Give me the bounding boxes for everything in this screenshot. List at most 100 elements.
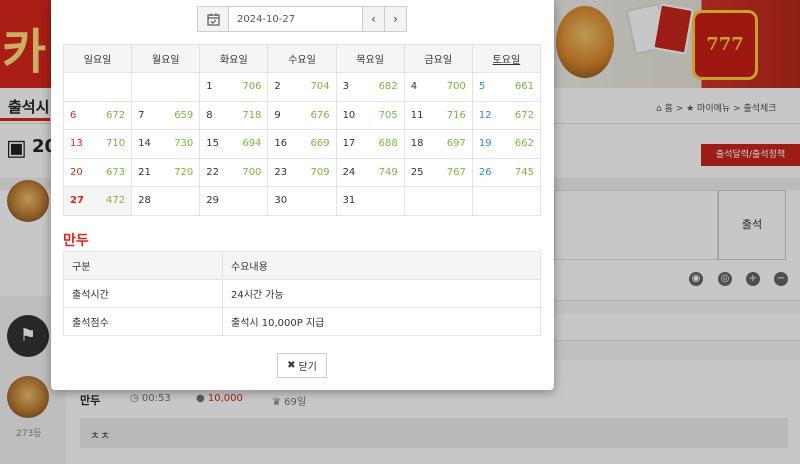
calendar-day-content: 23 709 (274, 167, 329, 178)
calendar-day-content: 18 697 (411, 138, 466, 149)
calendar-day-cell[interactable]: 7 659 (131, 100, 201, 130)
day-number: 29 (206, 195, 220, 207)
calendar-day-content: 17 688 (343, 138, 398, 149)
info-header-category: 구분 (63, 251, 223, 280)
attendance-count: 672 (514, 109, 534, 121)
next-month-button[interactable]: › (385, 6, 407, 32)
calendar-day-cell[interactable]: 11 716 (403, 100, 473, 130)
calendar-day-content: 21 720 (138, 167, 193, 178)
calendar-week-row: 13 710 14 730 15 694 16 669 17 688 18 697 19 662 (62, 129, 542, 159)
weekday-header: 금요일 (403, 44, 473, 73)
day-number: 6 (70, 109, 77, 121)
info-label: 출석점수 (63, 307, 223, 336)
day-number: 10 (342, 109, 356, 121)
attendance-count: 767 (446, 166, 466, 178)
attendance-count: 706 (242, 81, 262, 93)
attendance-count: 705 (378, 109, 398, 121)
calendar-day-cell (471, 186, 542, 216)
calendar-day-cell[interactable]: 20 673 (62, 157, 133, 187)
calendar-day-cell[interactable]: 8 718 (199, 100, 269, 130)
calendar-check-icon (206, 13, 220, 26)
day-number: 22 (206, 166, 220, 178)
calendar-day-content: 25 767 (411, 167, 466, 178)
calendar-day-cell[interactable]: 10 705 (335, 100, 405, 130)
calendar-day-content: 31 (343, 195, 398, 206)
attendance-count: 669 (310, 138, 330, 150)
calendar-day-cell[interactable]: 15 694 (199, 129, 269, 159)
day-number: 31 (342, 195, 356, 207)
attendance-count: 694 (242, 138, 262, 150)
attendance-count: 472 (106, 195, 126, 207)
calendar-day-cell[interactable]: 2 704 (267, 72, 337, 102)
calendar-day-cell[interactable]: 17 688 (335, 129, 405, 159)
attendance-count: 673 (106, 166, 126, 178)
calendar-day-content: 8 718 (206, 110, 261, 121)
info-label: 출석시간 (63, 279, 223, 308)
section-title: 만두 (63, 233, 89, 249)
day-number: 27 (70, 195, 84, 207)
weekday-header: 일요일 (62, 44, 133, 73)
attendance-count: 710 (106, 138, 126, 150)
calendar-day-content: 10 705 (343, 110, 398, 121)
day-number: 23 (274, 166, 288, 178)
close-icon: ✖ (287, 360, 296, 371)
calendar-day-cell[interactable]: 29 (199, 186, 269, 216)
day-number: 11 (410, 109, 424, 121)
day-number: 16 (274, 138, 288, 150)
attendance-calendar-modal: ‹ › 일요일월요일화요일수요일목요일금요일토요일 1706 2704 3682 47… (51, 0, 554, 390)
calendar-day-cell[interactable]: 1 706 (199, 72, 269, 102)
attendance-count: 730 (174, 138, 194, 150)
calendar-day-cell[interactable]: 19 662 (471, 129, 542, 159)
calendar-day-content: 28 (138, 195, 193, 206)
calendar-day-content: 12 672 (479, 110, 534, 121)
calendar-day-content: 2 704 (274, 81, 329, 92)
calendar-day-cell[interactable]: 12 672 (471, 100, 542, 130)
calendar-day-cell[interactable]: 28 (131, 186, 201, 216)
calendar-day-cell (131, 72, 201, 102)
calendar-day-cell[interactable]: 21 720 (131, 157, 201, 187)
day-number: 14 (138, 138, 151, 150)
calendar-day-cell[interactable]: 22 700 (199, 157, 269, 187)
calendar-day-cell[interactable]: 18 697 (403, 129, 473, 159)
day-number: 17 (342, 138, 356, 150)
calendar-day-cell[interactable]: 14 730 (131, 129, 201, 159)
close-button[interactable]: ✖ 닫기 (277, 353, 327, 378)
calendar-day-cell[interactable]: 25 767 (403, 157, 473, 187)
calendar-day-cell[interactable]: 6 672 (62, 100, 133, 130)
calendar-day-content: 24 749 (343, 167, 398, 178)
calendar-icon[interactable] (197, 6, 229, 32)
calendar-day-cell[interactable]: 13 710 (62, 129, 133, 159)
calendar-day-cell[interactable]: 4 700 (403, 72, 473, 102)
day-number: 2 (274, 81, 281, 93)
attendance-count: 697 (446, 138, 466, 150)
info-value: 출석시 10,000P 지급 (222, 307, 541, 336)
calendar-day-cell[interactable]: 31 (335, 186, 405, 216)
calendar-day-cell[interactable]: 24 749 (335, 157, 405, 187)
calendar-day-content: 30 (274, 195, 329, 206)
calendar-day-cell[interactable]: 16 669 (267, 129, 337, 159)
calendar-day-cell[interactable]: 30 (267, 186, 337, 216)
day-number: 15 (206, 138, 220, 150)
calendar-week-row: 1 706 2 704 3 682 4 700 5 661 (62, 72, 542, 102)
calendar-day-cell[interactable]: 9 676 (267, 100, 337, 130)
calendar-week-row: 6 672 7 659 8 718 9 676 10 705 11 716 12 672 (62, 100, 542, 130)
attendance-count: 700 (242, 166, 262, 178)
day-number: 3 (342, 81, 349, 93)
date-input[interactable] (229, 6, 363, 32)
calendar-day-cell[interactable]: 27 472 (62, 186, 133, 216)
calendar-day-cell[interactable]: 3 682 (335, 72, 405, 102)
calendar-day-cell[interactable]: 5 661 (471, 72, 542, 102)
prev-month-button[interactable]: ‹ (363, 6, 385, 32)
calendar-day-cell (403, 186, 473, 216)
calendar-day-cell[interactable]: 26 745 (471, 157, 542, 187)
calendar-day-cell[interactable]: 23 709 (267, 157, 337, 187)
weekday-header-row: 일요일 월요일 화요일 수요일 목요일 금요일 토요일 (62, 44, 542, 73)
day-number: 9 (274, 109, 281, 121)
calendar-day-content: 4 700 (411, 81, 466, 92)
day-number: 21 (138, 166, 151, 178)
attendance-count: 672 (106, 109, 126, 121)
calendar-day-content: 19 662 (479, 138, 534, 149)
day-number: 30 (274, 195, 288, 207)
calendar-day-content: 3 682 (343, 81, 398, 92)
weekday-header: 목요일 (335, 44, 405, 73)
